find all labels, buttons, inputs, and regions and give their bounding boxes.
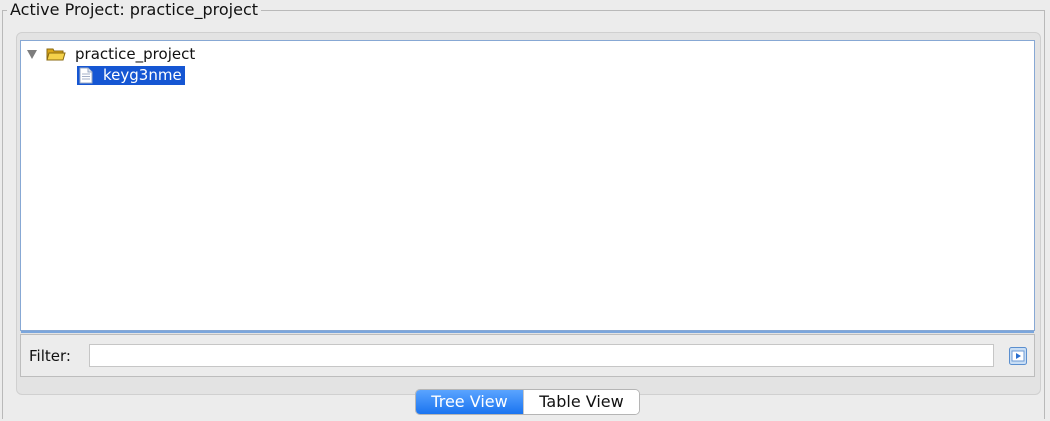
- filter-bar: Filter:: [20, 334, 1035, 377]
- filter-apply-button[interactable]: [1007, 344, 1029, 367]
- view-toggle: Tree View Table View: [415, 389, 640, 415]
- filter-apply-icon: [1009, 346, 1027, 365]
- filter-input[interactable]: [89, 344, 994, 367]
- tree-root-label: practice_project: [75, 45, 196, 63]
- tree-item-label: keyg3nme: [103, 66, 182, 84]
- project-tree[interactable]: practice_project keyg3nme: [20, 40, 1035, 333]
- tree-root-row[interactable]: practice_project: [27, 44, 195, 64]
- filter-label: Filter:: [29, 347, 71, 365]
- frame-title: Active Project: practice_project: [7, 0, 262, 20]
- selected-tree-node[interactable]: keyg3nme: [77, 65, 185, 85]
- document-icon: [79, 67, 93, 83]
- folder-open-icon: [46, 48, 66, 61]
- tab-table-view[interactable]: Table View: [523, 390, 639, 414]
- disclosure-triangle-icon[interactable]: [27, 49, 37, 59]
- tree-item-keyg3nme[interactable]: keyg3nme: [77, 65, 185, 85]
- tab-tree-view[interactable]: Tree View: [416, 390, 523, 414]
